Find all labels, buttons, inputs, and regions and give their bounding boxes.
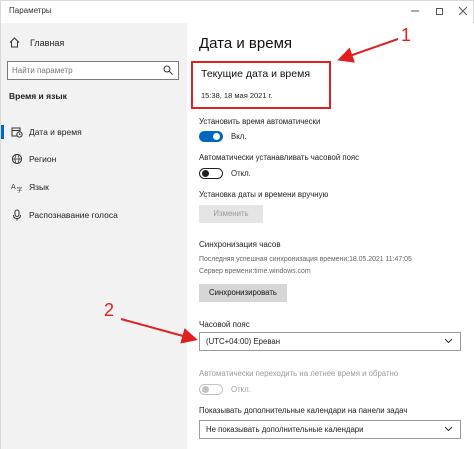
annotation-number-1: 1 (401, 25, 412, 45)
home-link[interactable]: Главная (9, 37, 64, 48)
main-content: Дата и время Текущие дата и время 15:38,… (187, 23, 474, 449)
globe-icon (11, 153, 23, 165)
sync-last-info: Последняя успешная синхронизация времени… (199, 256, 412, 263)
calendars-label: Показывать дополнительные календари на п… (199, 406, 408, 415)
language-icon: A字 (11, 183, 23, 193)
maximize-button[interactable] (431, 4, 447, 18)
chevron-down-icon (444, 426, 453, 432)
auto-timezone-state: Откл. (231, 169, 251, 178)
sidebar: Главная Найти параметр Время и язык Дата… (1, 23, 187, 449)
sidebar-item-label: Язык (29, 182, 49, 192)
close-button[interactable] (455, 4, 471, 18)
sync-title: Синхронизация часов (199, 240, 281, 249)
manual-datetime-label: Установка даты и времени вручную (199, 190, 329, 199)
toggle-knob (202, 386, 209, 393)
sidebar-item-label: Регион (29, 154, 57, 164)
current-datetime-title: Текущие дата и время (201, 68, 311, 80)
dst-label: Автоматически переходить на летнее время… (199, 369, 399, 378)
maximize-icon (435, 7, 443, 15)
sync-button[interactable]: Синхронизировать (199, 284, 287, 302)
auto-time-state: Вкл. (231, 132, 247, 141)
page-title: Дата и время (199, 35, 293, 52)
timezone-select[interactable]: (UTC+04:00) Ереван (199, 332, 461, 351)
calendar-clock-icon (11, 127, 23, 138)
settings-window: Параметры Главная Найти параметр Время и… (0, 0, 474, 449)
svg-text:字: 字 (17, 186, 23, 193)
sidebar-item-language[interactable]: A字 Язык (1, 176, 187, 198)
auto-timezone-label: Автоматически устанавливать часовой пояс (199, 153, 360, 162)
window-title: Параметры (9, 6, 52, 15)
dst-toggle[interactable] (199, 384, 223, 395)
sidebar-item-label: Дата и время (29, 127, 82, 137)
auto-time-toggle[interactable] (199, 131, 223, 142)
timezone-label: Часовой пояс (199, 320, 250, 329)
change-button[interactable]: Изменить (199, 205, 263, 223)
sidebar-section-title: Время и язык (9, 91, 67, 101)
svg-text:A: A (11, 183, 16, 191)
toggle-knob (202, 170, 209, 177)
auto-timezone-toggle[interactable] (199, 168, 223, 179)
sidebar-item-label: Распознавание голоса (29, 210, 118, 220)
search-input[interactable]: Найти параметр (7, 61, 179, 80)
calendars-value: Не показывать дополнительные календари (206, 425, 364, 434)
minimize-icon (411, 10, 419, 12)
sidebar-item-region[interactable]: Регион (1, 148, 187, 170)
sidebar-item-speech[interactable]: Распознавание голоса (1, 204, 187, 226)
sync-server-info: Сервер времени:time.windows.com (199, 268, 311, 275)
title-bar: Параметры (1, 1, 474, 23)
close-icon (459, 7, 467, 15)
search-icon (163, 65, 173, 75)
minimize-button[interactable] (407, 4, 423, 18)
current-datetime-value: 15:38, 18 мая 2021 г. (201, 91, 273, 100)
calendars-select[interactable]: Не показывать дополнительные календари (199, 420, 461, 439)
annotation-number-2: 2 (104, 300, 115, 320)
dst-state: Откл. (231, 385, 251, 394)
search-placeholder: Найти параметр (12, 66, 73, 75)
toggle-knob (213, 133, 220, 140)
home-label: Главная (30, 37, 65, 48)
microphone-icon (13, 209, 21, 221)
home-icon (9, 37, 20, 48)
sidebar-item-date-time[interactable]: Дата и время (1, 121, 187, 143)
chevron-down-icon (444, 338, 453, 344)
timezone-value: (UTC+04:00) Ереван (206, 337, 281, 346)
auto-time-label: Установить время автоматически (199, 117, 321, 126)
